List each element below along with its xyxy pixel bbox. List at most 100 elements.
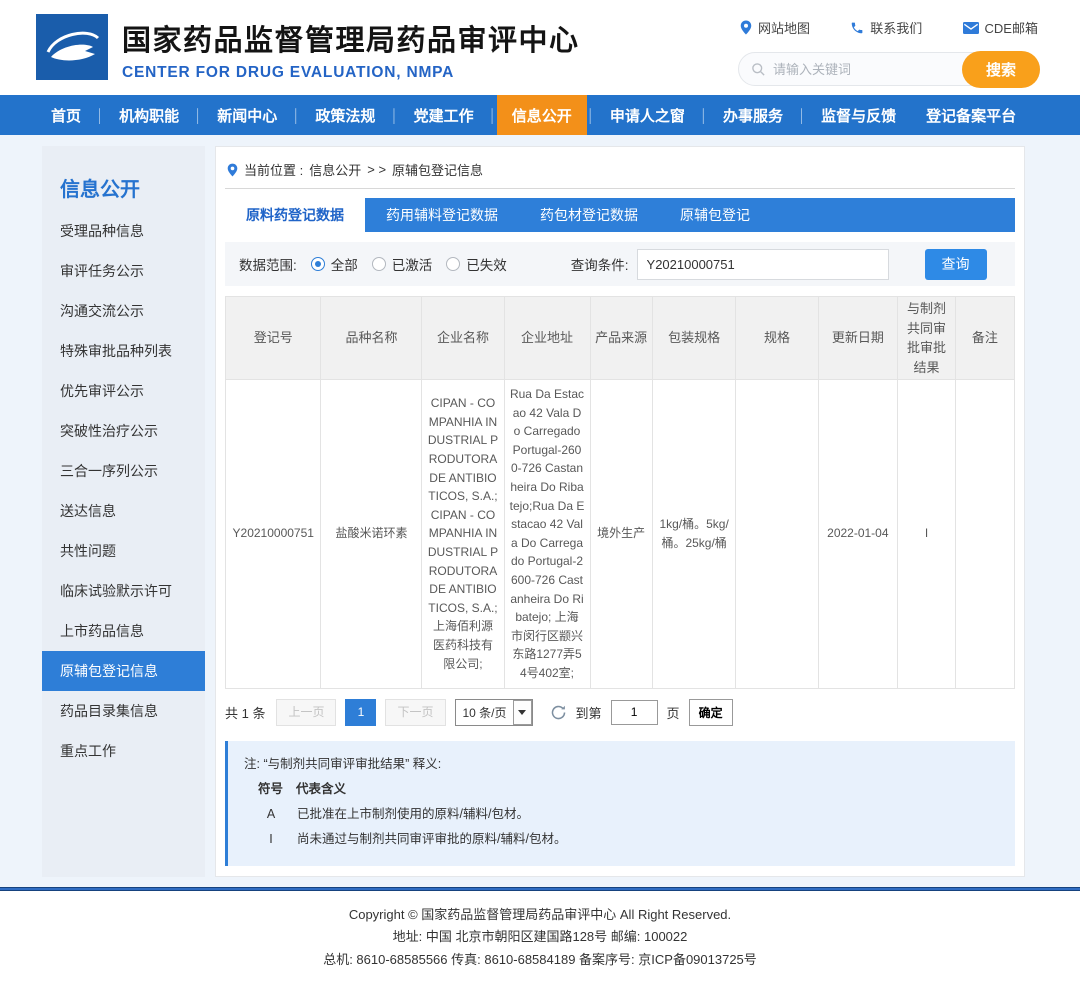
footer-address: 地址: 中国 北京市朝阳区建国路128号 邮编: 100022	[0, 926, 1080, 949]
tab-api-registration[interactable]: 原料药登记数据	[225, 198, 365, 232]
sidebar-item-common-issues[interactable]: 共性问题	[42, 531, 205, 571]
footer-contact: 总机: 8610-68585566 传真: 8610-68584189 备案序号…	[0, 949, 1080, 972]
search-button[interactable]: 搜索	[962, 51, 1040, 88]
note-symbol-i: I	[258, 827, 284, 852]
sidebar-item-key-work[interactable]: 重点工作	[42, 731, 205, 771]
note-header-row: 符号 代表含义	[244, 777, 999, 802]
sidebar-item-marketed-drugs[interactable]: 上市药品信息	[42, 611, 205, 651]
breadcrumb-section[interactable]: 信息公开	[309, 160, 361, 179]
sidebar-item-delivery-info[interactable]: 送达信息	[42, 491, 205, 531]
tab-packaging-registration[interactable]: 药包材登记数据	[519, 198, 659, 232]
cell-product-source: 境外生产	[590, 380, 652, 689]
header-right: 网站地图 联系我们 CDE邮箱 搜索	[738, 18, 1040, 86]
dropdown-caret-icon[interactable]	[513, 700, 532, 725]
col-spec: 规格	[736, 297, 818, 380]
contact-link[interactable]: 联系我们	[850, 18, 922, 37]
note-symbol-a: A	[258, 802, 284, 827]
sitemap-link[interactable]: 网站地图	[740, 18, 810, 37]
search-input[interactable]	[773, 62, 959, 77]
nav-functions[interactable]: 机构职能	[104, 95, 194, 135]
cde-mail-link[interactable]: CDE邮箱	[963, 18, 1038, 37]
table-row: Y20210000751 盐酸米诺环素 CIPAN - COMPANHIA IN…	[226, 380, 1015, 689]
note-meaning-a: 已批准在上市制剂使用的原料/辅料/包材。	[297, 802, 529, 827]
nav-info-disclosure[interactable]: 信息公开	[497, 95, 587, 135]
tab-raw-aux-pack[interactable]: 原辅包登记	[659, 198, 771, 232]
nav-separator: │	[489, 95, 497, 135]
col-product-source: 产品来源	[590, 297, 652, 380]
sidebar-item-special-approval[interactable]: 特殊审批品种列表	[42, 331, 205, 371]
pagination-total: 共 1 条	[225, 703, 265, 722]
radio-option-all[interactable]: 全部	[311, 254, 358, 274]
cell-spec	[736, 380, 818, 689]
nav-supervision[interactable]: 监督与反馈	[806, 95, 911, 135]
confirm-button[interactable]: 确定	[689, 699, 733, 726]
sidebar-item-raw-material-registration[interactable]: 原辅包登记信息	[42, 651, 205, 691]
cell-package-spec: 1kg/桶。5kg/桶。25kg/桶	[652, 380, 736, 689]
nav-separator: │	[96, 95, 104, 135]
refresh-button[interactable]	[550, 704, 567, 721]
radio-all-icon[interactable]	[311, 257, 325, 271]
query-button[interactable]: 查询	[925, 249, 987, 280]
radio-option-active[interactable]: 已激活	[372, 254, 433, 274]
sidebar-item-breakthrough-therapy[interactable]: 突破性治疗公示	[42, 411, 205, 451]
next-page-button[interactable]: 下一页	[385, 699, 445, 726]
nav-home[interactable]: 首页	[36, 95, 96, 135]
sidebar-item-accepted-products[interactable]: 受理品种信息	[42, 211, 205, 251]
phone-icon	[850, 21, 864, 35]
cell-approval-result: I	[898, 380, 956, 689]
site-header: 国家药品监督管理局药品审评中心 CENTER FOR DRUG EVALUATI…	[0, 0, 1080, 95]
radio-active-icon[interactable]	[372, 257, 386, 271]
nav-separator: │	[798, 95, 806, 135]
condition-input[interactable]	[637, 249, 889, 280]
cell-company-name: CIPAN - COMPANHIA INDUSTRIAL PRODUTORA D…	[422, 380, 504, 689]
nav-party[interactable]: 党建工作	[399, 95, 489, 135]
note-box: 注: “与制剂共同审评审批结果” 释义: 符号 代表含义 A 已批准在上市制剂使…	[225, 741, 1015, 866]
col-package-spec: 包装规格	[652, 297, 736, 380]
search-icon	[751, 62, 766, 77]
page-size-select[interactable]: 10 条/页	[455, 699, 533, 726]
goto-page-input[interactable]	[611, 700, 658, 725]
sidebar-item-priority-review[interactable]: 优先审评公示	[42, 371, 205, 411]
sidebar-item-communication[interactable]: 沟通交流公示	[42, 291, 205, 331]
nav-separator: │	[700, 95, 708, 135]
refresh-icon	[550, 704, 567, 721]
note-col-symbol: 符号	[258, 777, 283, 802]
swan-logo-icon	[36, 14, 108, 80]
site-footer: Copyright © 国家药品监督管理局药品审评中心 All Right Re…	[0, 891, 1080, 988]
col-remark: 备注	[955, 297, 1014, 380]
pagination: 共 1 条 上一页 1 下一页 10 条/页 到第 页 确定	[225, 699, 1015, 726]
quick-links: 网站地图 联系我们 CDE邮箱	[738, 18, 1040, 37]
radio-option-expired[interactable]: 已失效	[446, 254, 507, 274]
site-subtitle: CENTER FOR DRUG EVALUATION, NMPA	[122, 64, 580, 82]
site-title: 国家药品监督管理局药品审评中心	[122, 17, 580, 59]
sitemap-label: 网站地图	[758, 18, 810, 37]
prev-page-button[interactable]: 上一页	[276, 699, 336, 726]
sidebar-title: 信息公开	[42, 146, 205, 211]
nav-registration-platform[interactable]: 登记备案平台	[911, 95, 1031, 135]
radio-expired-icon[interactable]	[446, 257, 460, 271]
query-form: 数据范围: 全部 已激活 已失效 查询条件: 查询	[225, 242, 1015, 286]
sidebar-item-three-in-one[interactable]: 三合一序列公示	[42, 451, 205, 491]
scope-label: 数据范围:	[239, 254, 297, 274]
breadcrumb: 当前位置 : 信息公开 > > 原辅包登记信息	[225, 157, 1015, 189]
cell-remark	[955, 380, 1014, 689]
tab-excipient-registration[interactable]: 药用辅料登记数据	[365, 198, 519, 232]
cde-logo[interactable]	[36, 14, 108, 80]
breadcrumb-label: 当前位置 :	[244, 160, 303, 179]
sidebar-item-drug-catalog[interactable]: 药品目录集信息	[42, 691, 205, 731]
note-title: 注: “与制剂共同审评审批结果” 释义:	[244, 752, 999, 777]
sidebar-item-review-tasks[interactable]: 审评任务公示	[42, 251, 205, 291]
cell-update-date: 2022-01-04	[818, 380, 898, 689]
nav-separator: │	[587, 95, 595, 135]
nav-news[interactable]: 新闻中心	[202, 95, 292, 135]
nav-applicant-window[interactable]: 申请人之窗	[595, 95, 700, 135]
radio-active-label: 已激活	[392, 254, 433, 274]
table-header-row: 登记号 品种名称 企业名称 企业地址 产品来源 包装规格 规格 更新日期 与制剂…	[226, 297, 1015, 380]
note-col-meaning: 代表含义	[296, 777, 346, 802]
sidebar-item-clinical-trial-license[interactable]: 临床试验默示许可	[42, 571, 205, 611]
page-size-value: 10 条/页	[463, 704, 507, 721]
note-meaning-i: 尚未通过与制剂共同审评审批的原料/辅料/包材。	[297, 827, 566, 852]
nav-services[interactable]: 办事服务	[708, 95, 798, 135]
page-number-1[interactable]: 1	[345, 699, 376, 726]
nav-policy[interactable]: 政策法规	[300, 95, 390, 135]
